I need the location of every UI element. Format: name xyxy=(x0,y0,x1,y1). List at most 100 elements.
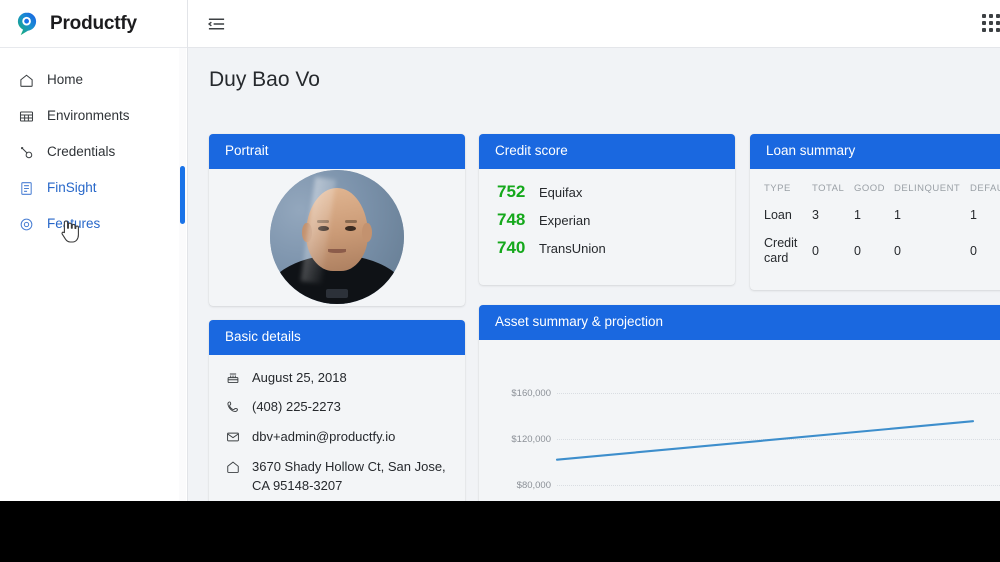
credit-score-card-body: 752 Equifax 748 Experian 740 TransUnion xyxy=(479,169,735,278)
table-header-row: TYPE TOTAL GOOD DELINQUENT DEFAUL xyxy=(764,179,1000,203)
sidebar-item-label: Home xyxy=(47,72,84,88)
envelope-icon xyxy=(225,429,241,445)
table-row: Credit card 0 0 0 0 xyxy=(764,231,1000,276)
brand-name: Productfy xyxy=(50,12,137,34)
loan-summary-table-body: Loan 3 1 1 1 Credit card 0 0 0 0 xyxy=(764,203,1000,276)
asset-summary-chart-card: Asset summary & projection $160,000 $120… xyxy=(479,305,1000,501)
app-window: Productfy Home Environments Credentials … xyxy=(0,0,1000,562)
avatar-eye-right xyxy=(345,225,356,232)
detail-row-birthday: August 25, 2018 xyxy=(225,369,453,388)
sidebar-item-home[interactable]: Home xyxy=(0,62,187,98)
phone-icon xyxy=(225,399,241,415)
apps-grid-dot xyxy=(989,28,993,32)
avatar-ear-right xyxy=(362,223,372,242)
cell-type: Loan xyxy=(764,207,792,222)
home-icon xyxy=(18,72,35,89)
page-title: Duy Bao Vo xyxy=(209,68,320,91)
cell-good: 1 xyxy=(854,207,861,222)
apps-grid-dot xyxy=(982,28,986,32)
column-header-default: DEFAUL xyxy=(970,182,1000,194)
portrait-card-title: Portrait xyxy=(209,134,465,169)
sidebar-item-label: Credentials xyxy=(47,144,116,160)
key-icon xyxy=(18,144,35,161)
cell-default: 1 xyxy=(970,207,977,222)
birthday-cake-icon xyxy=(225,370,241,386)
cell-total: 3 xyxy=(812,207,819,222)
sidebar: Productfy Home Environments Credentials … xyxy=(0,0,188,501)
cell-delinquent: 0 xyxy=(894,244,901,259)
chart-plot-area: $160,000 $120,000 $80,000 $40,000 xyxy=(479,340,1000,502)
credit-score-value: 752 xyxy=(497,181,526,201)
sidebar-item-credentials[interactable]: Credentials xyxy=(0,134,187,170)
sidebar-item-finsight[interactable]: FinSight xyxy=(0,170,187,206)
credit-score-card: Credit score 752 Equifax 748 Experian 74… xyxy=(479,134,735,285)
detail-text: (408) 225-2273 xyxy=(252,399,341,415)
cell-good: 0 xyxy=(854,244,861,259)
detail-text: August 25, 2018 xyxy=(252,369,347,385)
cell-total: 0 xyxy=(812,244,819,259)
gear-circle-icon xyxy=(18,216,35,233)
detail-text: dbv+admin@productfy.io xyxy=(252,429,396,445)
loan-summary-card: Loan summary TYPE TOTAL GOOD DELINQUENT … xyxy=(750,134,1000,290)
sidebar-nav: Home Environments Credentials FinSight F… xyxy=(0,48,187,242)
column-header-total: TOTAL xyxy=(812,182,845,194)
browser-viewport: Productfy Home Environments Credentials … xyxy=(0,0,1000,501)
detail-row-phone: (408) 225-2273 xyxy=(225,398,453,417)
table-row: Loan 3 1 1 1 xyxy=(764,203,1000,231)
apps-grid-dot xyxy=(982,14,986,18)
top-bar xyxy=(188,0,1000,48)
avatar-mouth xyxy=(327,248,347,253)
screen-recording-black-bar xyxy=(0,501,1000,562)
credit-score-row: 752 Equifax xyxy=(497,182,721,202)
basic-details-card-body: August 25, 2018 (408) 225-2273 dbv+admin… xyxy=(209,355,465,502)
portrait-card-body xyxy=(209,169,465,305)
location-pin-logo-icon xyxy=(14,11,40,37)
avatar xyxy=(270,169,404,304)
credit-bureau-label: TransUnion xyxy=(539,240,606,256)
cell-default: 0 xyxy=(970,244,977,259)
basic-details-card-title: Basic details xyxy=(209,320,465,355)
apps-grid-icon[interactable] xyxy=(982,14,1000,36)
apps-grid-dot xyxy=(996,14,1000,18)
loan-summary-card-title: Loan summary xyxy=(750,134,1000,169)
sidebar-item-features[interactable]: Features xyxy=(0,206,187,242)
detail-row-address: 3670 Shady Hollow Ct, San Jose, CA 95148… xyxy=(225,458,453,496)
chart-line-series xyxy=(555,419,975,461)
apps-grid-dot xyxy=(989,21,993,25)
sidebar-item-label: FinSight xyxy=(47,180,97,196)
credit-score-row: 740 TransUnion xyxy=(497,238,721,258)
menu-collapse-icon[interactable] xyxy=(205,13,227,35)
loan-summary-table: TYPE TOTAL GOOD DELINQUENT DEFAUL Loan 3 xyxy=(764,179,1000,276)
credit-score-value: 740 xyxy=(497,237,526,257)
column-header-delinquent: DELINQUENT xyxy=(894,182,961,194)
cell-delinquent: 1 xyxy=(894,207,901,222)
sidebar-scrollbar-thumb[interactable] xyxy=(180,166,185,224)
table-grid-icon xyxy=(18,108,35,125)
avatar-collar xyxy=(326,288,348,299)
basic-details-card: Basic details August 25, 2018 (408) 225-… xyxy=(209,320,465,501)
detail-row-email: dbv+admin@productfy.io xyxy=(225,428,453,447)
sidebar-item-environments[interactable]: Environments xyxy=(0,98,187,134)
loan-summary-table-head: TYPE TOTAL GOOD DELINQUENT DEFAUL xyxy=(764,179,1000,203)
credit-score-row: 748 Experian xyxy=(497,210,721,230)
sidebar-item-label: Environments xyxy=(47,108,130,124)
apps-grid-dot xyxy=(982,21,986,25)
portrait-card: Portrait xyxy=(209,134,465,306)
sidebar-item-label: Features xyxy=(47,216,101,232)
home-address-icon xyxy=(225,459,241,475)
credit-bureau-label: Experian xyxy=(539,212,591,228)
credit-score-card-title: Credit score xyxy=(479,134,735,169)
credit-bureau-label: Equifax xyxy=(539,184,583,200)
credit-score-value: 748 xyxy=(497,209,526,229)
column-header-type: TYPE xyxy=(764,182,791,194)
brand-logo-area[interactable]: Productfy xyxy=(0,0,187,48)
sidebar-scrollbar-track[interactable] xyxy=(179,48,186,501)
document-list-icon xyxy=(18,180,35,197)
cell-type: Credit card xyxy=(764,235,798,266)
avatar-brow-right xyxy=(345,220,358,224)
asset-chart-body: $160,000 $120,000 $80,000 $40,000 xyxy=(479,340,1000,502)
apps-grid-dot xyxy=(996,21,1000,25)
asset-chart-title: Asset summary & projection xyxy=(479,305,1000,340)
apps-grid-dot xyxy=(989,14,993,18)
apps-grid-dot xyxy=(996,28,1000,32)
